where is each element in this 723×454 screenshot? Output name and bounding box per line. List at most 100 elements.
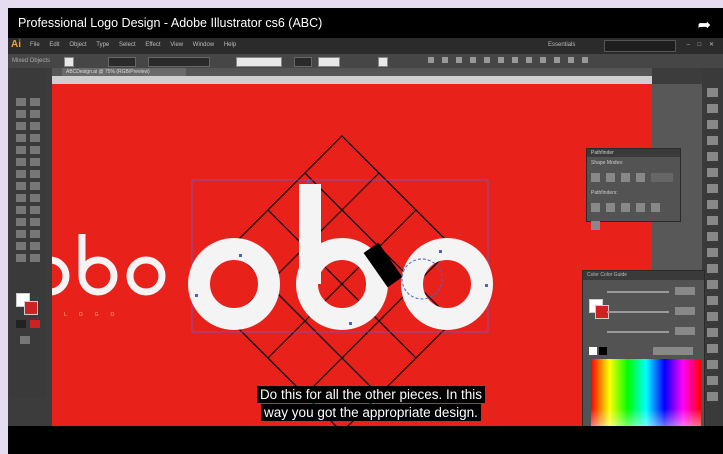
- transparency-panel-icon[interactable]: [707, 184, 718, 193]
- pathfinder-title[interactable]: Pathfinder: [587, 149, 680, 157]
- navigator-panel-icon[interactable]: [707, 360, 718, 369]
- stroke-panel-icon[interactable]: [707, 152, 718, 161]
- share-arrow-icon[interactable]: ➦: [698, 15, 711, 35]
- small-logo-tagline: LOGO: [64, 312, 126, 318]
- search-input[interactable]: [604, 40, 676, 52]
- paragraph-panel-icon[interactable]: [707, 328, 718, 337]
- menu-help[interactable]: Help: [224, 42, 236, 48]
- workspace-switcher[interactable]: Essentials: [548, 42, 575, 48]
- brush-definition-dropdown[interactable]: [236, 57, 282, 67]
- horizontal-ruler: [52, 76, 652, 84]
- info-panel-icon[interactable]: [707, 376, 718, 385]
- hand-tool-icon[interactable]: [16, 254, 26, 262]
- blue-slider[interactable]: [607, 331, 669, 333]
- selection-tool-icon[interactable]: [16, 98, 26, 106]
- pencil-tool-icon[interactable]: [30, 146, 40, 154]
- appearance-panel-icon[interactable]: [707, 200, 718, 209]
- paintbrush-tool-icon[interactable]: [16, 146, 26, 154]
- artboard-tool-icon[interactable]: [16, 242, 26, 250]
- scale-tool-icon[interactable]: [30, 170, 40, 178]
- menu-select[interactable]: Select: [119, 42, 136, 48]
- document-tab[interactable]: ABCDesign.ai @ 75% (RGB/Preview): [62, 68, 186, 76]
- menu-bar: Ai File Edit Object Type Select Effect V…: [8, 38, 723, 54]
- graphic-styles-panel-icon[interactable]: [707, 216, 718, 225]
- menu-edit[interactable]: Edit: [49, 42, 59, 48]
- blob-brush-tool-icon[interactable]: [16, 158, 26, 166]
- color-panel-icon[interactable]: [707, 88, 718, 97]
- screen-mode-icon[interactable]: [20, 336, 30, 344]
- brushes-panel-icon[interactable]: [707, 120, 718, 129]
- character-panel-icon[interactable]: [707, 312, 718, 321]
- artboards-panel-icon[interactable]: [707, 248, 718, 257]
- lasso-tool-icon[interactable]: [30, 110, 40, 118]
- opacity-field[interactable]: [318, 57, 340, 67]
- blend-tool-icon[interactable]: [30, 218, 40, 226]
- zoom-tool-icon[interactable]: [30, 254, 40, 262]
- symbols-panel-icon[interactable]: [707, 136, 718, 145]
- stroke-weight-field[interactable]: [108, 57, 136, 67]
- direct-selection-tool-icon[interactable]: [30, 98, 40, 106]
- pathfinder-buttons[interactable]: [587, 199, 680, 235]
- illustrator-window: Ai File Edit Object Type Select Effect V…: [8, 38, 723, 452]
- green-value-field[interactable]: [675, 307, 695, 315]
- transform-panel-icon[interactable]: [707, 296, 718, 305]
- default-colors-icon[interactable]: [16, 320, 26, 328]
- pen-tool-icon[interactable]: [16, 122, 26, 130]
- artboard-canvas[interactable]: LOGO: [52, 84, 652, 426]
- width-tool-icon[interactable]: [16, 182, 26, 190]
- style-swatch[interactable]: [378, 57, 388, 67]
- gradient-tool-icon[interactable]: [30, 206, 40, 214]
- type-tool-icon[interactable]: [30, 122, 40, 130]
- video-player[interactable]: Professional Logo Design - Adobe Illustr…: [8, 8, 723, 454]
- swatches-panel-icon[interactable]: [707, 104, 718, 113]
- menu-window[interactable]: Window: [193, 42, 214, 48]
- fill-swatch[interactable]: [64, 57, 74, 67]
- pathfinder-panel: Pathfinder Shape Modes: Pathfinders:: [586, 148, 681, 230]
- slice-tool-icon[interactable]: [30, 242, 40, 250]
- color-panel-tabs[interactable]: Color Color Guide: [583, 271, 704, 280]
- pathfinder-panel-icon[interactable]: [707, 280, 718, 289]
- app-logo-icon: Ai: [11, 39, 21, 50]
- menu-file[interactable]: File: [30, 42, 40, 48]
- align-buttons[interactable]: [428, 57, 596, 65]
- menu-type[interactable]: Type: [96, 42, 109, 48]
- red-slider[interactable]: [607, 291, 669, 293]
- links-panel-icon[interactable]: [707, 344, 718, 353]
- menu-items: File Edit Object Type Select Effect View…: [30, 42, 244, 48]
- gradient-panel-icon[interactable]: [707, 168, 718, 177]
- actions-panel-icon[interactable]: [707, 392, 718, 401]
- column-graph-tool-icon[interactable]: [30, 230, 40, 238]
- menu-object[interactable]: Object: [69, 42, 86, 48]
- logo-artwork: LOGO: [52, 135, 493, 426]
- free-transform-tool-icon[interactable]: [30, 182, 40, 190]
- variable-width-dropdown[interactable]: [148, 57, 210, 67]
- menu-view[interactable]: View: [170, 42, 183, 48]
- perspective-grid-tool-icon[interactable]: [30, 194, 40, 202]
- rotate-tool-icon[interactable]: [16, 170, 26, 178]
- eraser-tool-icon[interactable]: [30, 158, 40, 166]
- line-tool-icon[interactable]: [16, 134, 26, 142]
- blue-value-field[interactable]: [675, 327, 695, 335]
- window-controls[interactable]: – □ ✕: [687, 41, 717, 48]
- symbol-sprayer-tool-icon[interactable]: [16, 230, 26, 238]
- mesh-tool-icon[interactable]: [16, 206, 26, 214]
- green-slider[interactable]: [607, 311, 669, 313]
- eyedropper-tool-icon[interactable]: [16, 218, 26, 226]
- hex-field[interactable]: [653, 347, 693, 355]
- diamond-grid: [193, 135, 491, 426]
- shape-builder-tool-icon[interactable]: [16, 194, 26, 202]
- red-value-field[interactable]: [675, 287, 695, 295]
- player-bottom-bar: [8, 426, 723, 454]
- stroke-color-swatch[interactable]: [24, 301, 38, 315]
- layers-panel-icon[interactable]: [707, 232, 718, 241]
- menu-effect[interactable]: Effect: [145, 42, 160, 48]
- unite-icon: [591, 173, 600, 182]
- video-title[interactable]: Professional Logo Design - Adobe Illustr…: [18, 16, 322, 30]
- none-swatch[interactable]: [589, 347, 597, 355]
- align-panel-icon[interactable]: [707, 264, 718, 273]
- magic-wand-tool-icon[interactable]: [16, 110, 26, 118]
- shape-mode-buttons[interactable]: [587, 169, 680, 187]
- color-mode-icon[interactable]: [30, 320, 40, 328]
- black-swatch[interactable]: [599, 347, 607, 355]
- rectangle-tool-icon[interactable]: [30, 134, 40, 142]
